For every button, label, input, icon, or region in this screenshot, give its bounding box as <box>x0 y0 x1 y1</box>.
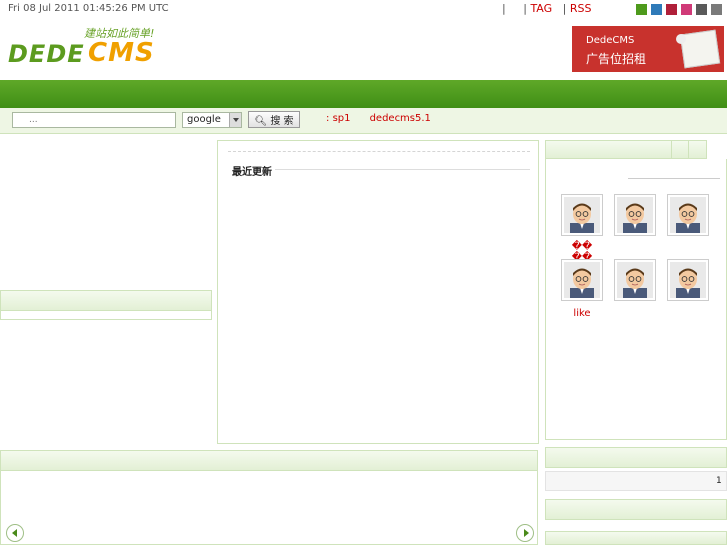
list-item[interactable] <box>545 471 727 491</box>
main-nav-bar <box>0 80 727 108</box>
main-content-panel <box>217 140 539 444</box>
right-panel-tab-active[interactable] <box>706 140 727 159</box>
skin-swatch-red[interactable] <box>666 4 677 15</box>
recent-updates-heading: 最近更新 <box>232 167 272 178</box>
user-avatar-icon <box>623 203 647 233</box>
member-avatar[interactable] <box>614 194 656 236</box>
hot-keywords: : sp1 dedecms5.1 <box>326 113 431 124</box>
ad-line-1: DedeCMS <box>586 35 635 46</box>
skin-swatch-dark-gray[interactable] <box>696 4 707 15</box>
logo-text-dede[interactable]: DEDE <box>8 40 85 68</box>
search-engine-value: google <box>187 114 221 125</box>
right-panel-tab[interactable] <box>688 140 706 159</box>
slider-prev-button[interactable] <box>6 524 24 542</box>
top-link-separator: | <box>523 2 527 15</box>
divider <box>228 151 530 152</box>
right-panel-tab[interactable] <box>671 140 688 159</box>
user-avatar-icon <box>676 268 700 298</box>
user-avatar-icon <box>623 268 647 298</box>
ad-banner[interactable]: DedeCMS 广告位招租 <box>572 26 724 72</box>
ad-person-icon <box>676 34 686 44</box>
skin-swatch-blue[interactable] <box>651 4 662 15</box>
search-icon: 🔍︎ <box>254 116 268 127</box>
logo-text-cms[interactable]: CMS <box>88 38 155 68</box>
top-link-separator: | <box>562 2 567 15</box>
user-avatar-icon <box>676 203 700 233</box>
search-button[interactable]: 🔍︎ 搜 索 <box>248 111 300 128</box>
hot-keywords-prefix: : <box>326 113 330 124</box>
item-count: 1 <box>716 476 722 486</box>
skin-swatch-pink[interactable] <box>681 4 692 15</box>
search-input[interactable] <box>12 112 176 128</box>
member-avatar[interactable] <box>561 259 603 301</box>
skin-swatch-gray[interactable] <box>711 4 722 15</box>
hot-keyword-link[interactable]: sp1 <box>333 113 351 124</box>
left-sidebar-box-title <box>0 290 212 311</box>
chevron-down-icon[interactable] <box>229 113 241 127</box>
member-name[interactable]: like <box>561 308 603 319</box>
divider <box>275 169 530 170</box>
member-avatar[interactable] <box>667 194 709 236</box>
member-avatar[interactable] <box>667 259 709 301</box>
tag-link[interactable]: TAG <box>530 2 552 15</box>
rss-link[interactable]: RSS <box>570 2 592 15</box>
top-link-separator: | <box>502 2 506 15</box>
user-avatar-icon <box>570 203 594 233</box>
member-avatar[interactable] <box>614 259 656 301</box>
top-links: | | TAG | RSS <box>502 2 592 15</box>
search-button-label: 搜 索 <box>270 116 294 127</box>
search-engine-select[interactable]: google <box>182 112 242 128</box>
hot-keyword-link[interactable]: dedecms5.1 <box>370 113 431 124</box>
ad-line-2: 广告位招租 <box>586 52 647 66</box>
right-box-2-title <box>545 447 727 468</box>
member-avatar[interactable] <box>561 194 603 236</box>
right-box-4-title <box>545 531 727 545</box>
ad-board-icon <box>679 29 721 69</box>
skin-swatch-green[interactable] <box>636 4 647 15</box>
date-text: Fri 08 Jul 2011 01:45:26 PM UTC <box>8 3 169 14</box>
divider <box>628 178 720 179</box>
right-box-3-title <box>545 499 727 520</box>
slider-next-button[interactable] <box>516 524 534 542</box>
image-slider-title <box>0 450 538 471</box>
user-avatar-icon <box>570 268 594 298</box>
